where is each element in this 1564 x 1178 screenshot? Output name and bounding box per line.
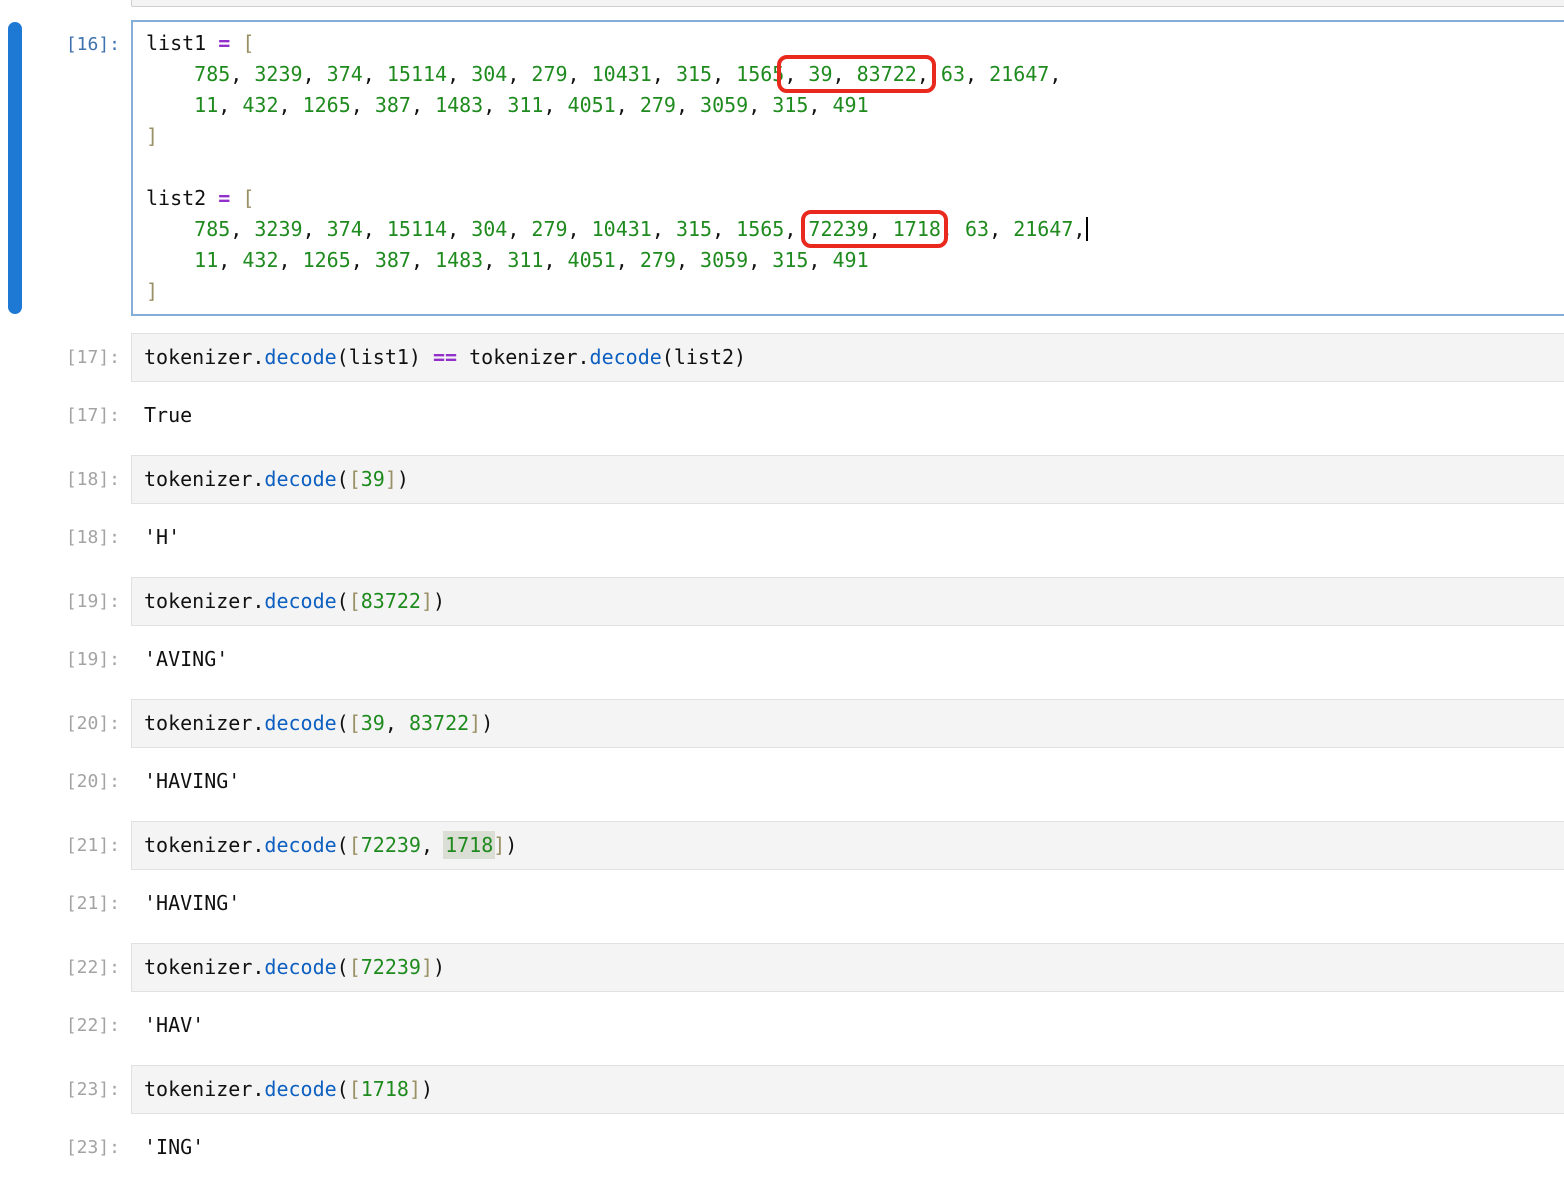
code-line: list1 = [: [146, 28, 1564, 59]
code-cell-input[interactable]: tokenizer.decode([72239, 1718]): [131, 821, 1564, 870]
output-prompt: [20]:: [0, 766, 120, 797]
code-cell-input[interactable]: tokenizer.decode([1718]): [131, 1065, 1564, 1114]
output-text: 'HAVING': [144, 766, 240, 797]
input-prompt: [18]:: [0, 464, 120, 495]
previous-cell-input-edge: [131, 0, 1564, 7]
code-line: 785, 3239, 374, 15114, 304, 279, 10431, …: [146, 59, 1564, 90]
code-content: tokenizer.decode([39, 83722]): [132, 700, 1564, 739]
input-prompt: [19]:: [0, 586, 120, 617]
output-prompt: [21]:: [0, 888, 120, 919]
output-prompt: [22]:: [0, 1010, 120, 1041]
code-line: 785, 3239, 374, 15114, 304, 279, 10431, …: [146, 214, 1564, 245]
code-content: tokenizer.decode([83722]): [132, 578, 1564, 617]
output-text: 'H': [144, 522, 180, 553]
code-line: 11, 432, 1265, 387, 1483, 311, 4051, 279…: [146, 90, 1564, 121]
code-content: list1 = [ 785, 3239, 374, 15114, 304, 27…: [133, 22, 1564, 307]
code-line: ]: [146, 121, 1564, 152]
code-line: [146, 152, 1564, 183]
input-prompt: [16]:: [0, 29, 120, 60]
text-cursor: [1086, 217, 1088, 241]
active-code-editor[interactable]: list1 = [ 785, 3239, 374, 15114, 304, 27…: [131, 20, 1564, 316]
code-line: list2 = [: [146, 183, 1564, 214]
output-prompt: [19]:: [0, 644, 120, 675]
output-text: 'HAVING': [144, 888, 240, 919]
code-line: ]: [146, 276, 1564, 307]
output-prompt: [17]:: [0, 400, 120, 431]
output-prompt: [18]:: [0, 522, 120, 553]
active-cell-collapser[interactable]: [8, 22, 22, 314]
code-cell-input[interactable]: tokenizer.decode([39, 83722]): [131, 699, 1564, 748]
code-content: tokenizer.decode([72239]): [132, 944, 1564, 983]
code-content: tokenizer.decode(list1) == tokenizer.dec…: [132, 334, 1564, 373]
input-prompt: [21]:: [0, 830, 120, 861]
input-prompt: [22]:: [0, 952, 120, 983]
match-highlight: 1718: [445, 833, 493, 857]
code-cell-input[interactable]: tokenizer.decode([72239]): [131, 943, 1564, 992]
input-prompt: [17]:: [0, 342, 120, 373]
output-text: True: [144, 400, 192, 431]
input-prompt: [20]:: [0, 708, 120, 739]
input-prompt: [23]:: [0, 1074, 120, 1105]
code-content: tokenizer.decode([1718]): [132, 1066, 1564, 1105]
code-cell-input[interactable]: tokenizer.decode(list1) == tokenizer.dec…: [131, 333, 1564, 382]
code-cell-input[interactable]: tokenizer.decode([39]): [131, 455, 1564, 504]
output-text: 'AVING': [144, 644, 228, 675]
code-line: 11, 432, 1265, 387, 1483, 311, 4051, 279…: [146, 245, 1564, 276]
red-annotation-box: , 39, 83722,: [784, 62, 929, 86]
code-cell-input[interactable]: tokenizer.decode([83722]): [131, 577, 1564, 626]
code-content: tokenizer.decode([39]): [132, 456, 1564, 495]
red-annotation-box: 72239, 1718: [808, 217, 940, 241]
output-text: 'ING': [144, 1132, 204, 1163]
output-prompt: [23]:: [0, 1132, 120, 1163]
output-text: 'HAV': [144, 1010, 204, 1041]
code-content: tokenizer.decode([72239, 1718]): [132, 822, 1564, 861]
